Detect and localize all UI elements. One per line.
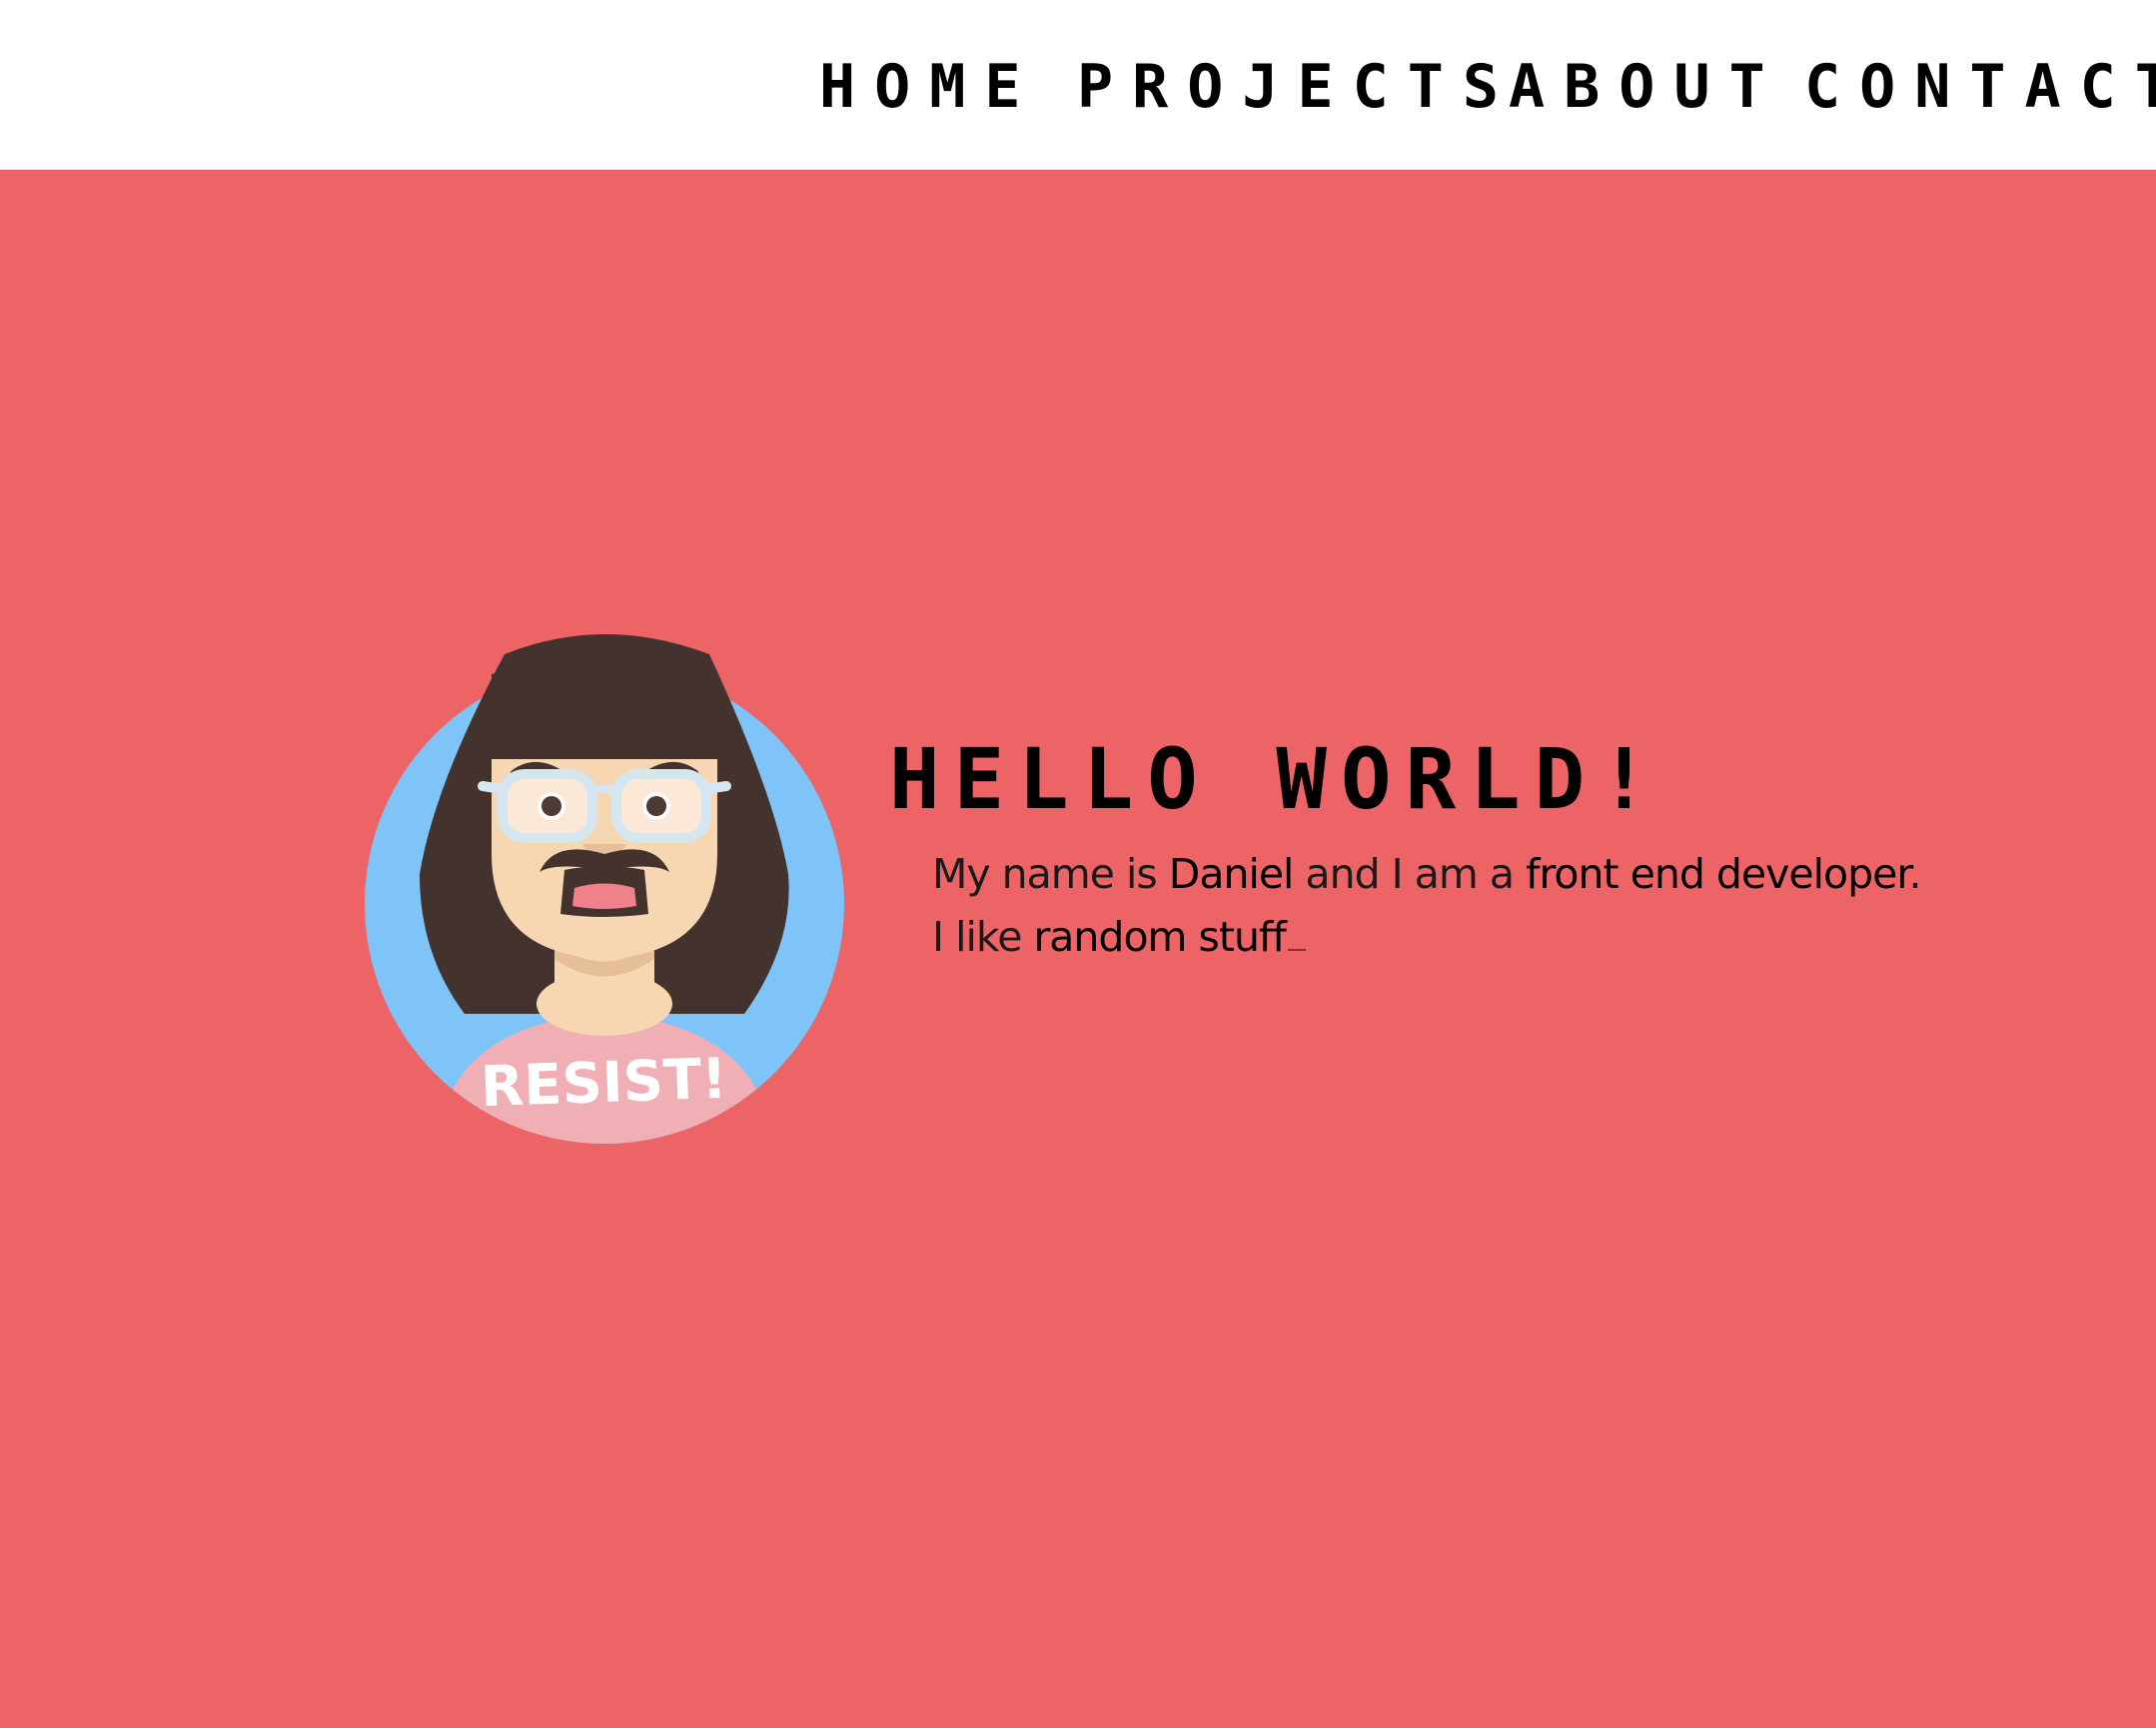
avatar-illustration: RESIST! bbox=[355, 614, 854, 1154]
typing-cursor bbox=[1287, 949, 1306, 951]
intro-text: . bbox=[1908, 850, 1921, 898]
nav-link-home[interactable]: HOME bbox=[819, 52, 1021, 122]
nav-link-projects[interactable]: PROJECTS bbox=[1077, 52, 1499, 122]
intro-text: and I am a bbox=[1293, 850, 1527, 898]
avatar-shirt-text: RESIST! bbox=[480, 1047, 728, 1121]
top-navigation-bar: HOME PROJECTS ABOUT CONTACT bbox=[0, 0, 2156, 170]
intro-line-2: I like random stuff bbox=[932, 907, 1306, 967]
intro-name-highlight: Daniel bbox=[1168, 850, 1295, 898]
intro-line-1: My name is Daniel and I am a front end d… bbox=[932, 844, 1922, 904]
intro-text: My name is bbox=[932, 850, 1169, 898]
avatar-svg: RESIST! bbox=[365, 634, 844, 1144]
intro-interest-highlight: random stuff bbox=[1033, 913, 1286, 961]
nav-link-about[interactable]: ABOUT bbox=[1509, 52, 1765, 122]
intro-text: I like bbox=[932, 913, 1034, 961]
hero-greeting-heading: HELLO WORLD! bbox=[889, 730, 1663, 828]
avatar-bangs bbox=[492, 659, 717, 759]
nav-link-contact[interactable]: CONTACT bbox=[1804, 52, 2156, 122]
intro-role-highlight: front end developer bbox=[1526, 850, 1909, 898]
